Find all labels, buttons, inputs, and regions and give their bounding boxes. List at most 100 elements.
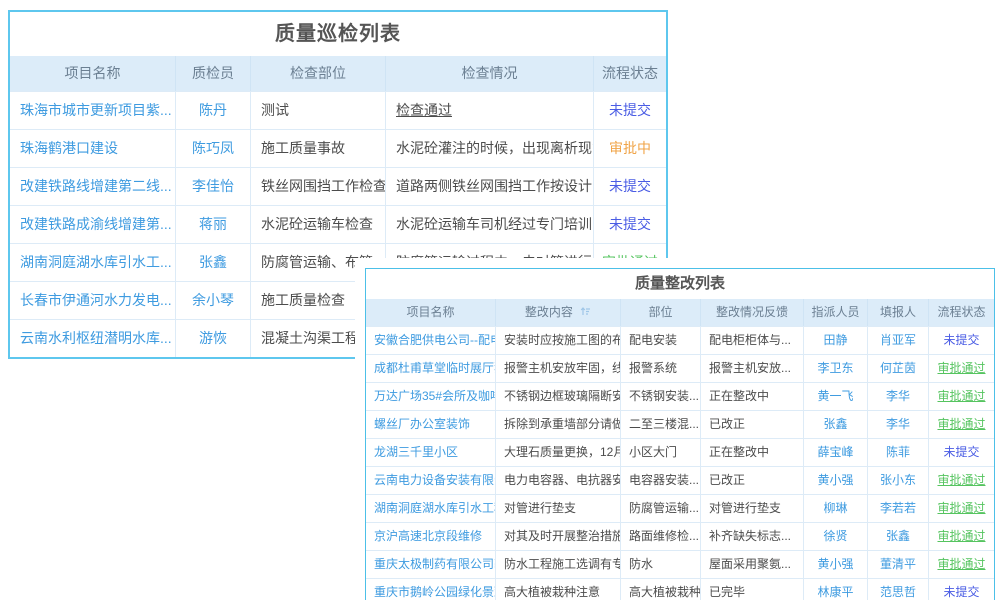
inspector-name[interactable]: 蒋丽 bbox=[176, 206, 251, 243]
inspection-table-row: 珠海鹤港口建设陈巧凤施工质量事故水泥砼灌注的时候，出现离析现象审批中 bbox=[10, 129, 666, 167]
header-inspector: 质检员 bbox=[176, 56, 251, 91]
assignee-name[interactable]: 徐贤 bbox=[804, 523, 868, 550]
rectification-table-row: 京沪高速北京段维修对其及时开展整治措施，桥头...路面维修检...补齐缺失标志.… bbox=[366, 522, 994, 550]
reporter-name[interactable]: 肖亚军 bbox=[868, 327, 929, 354]
project-name-link[interactable]: 云南电力设备安装有限公司20... bbox=[366, 467, 496, 494]
rectification-table-row: 重庆市鹅岭公园绿化景观提升...高大植被栽种注意高大植被栽种已完毕林康平范思哲未… bbox=[366, 578, 994, 600]
rectification-table-row: 万达广场35#会所及咖啡厅空...不锈钢边框玻璃隔断安装不牢...不锈钢安装..… bbox=[366, 382, 994, 410]
project-name-link[interactable]: 改建铁路线增建第二线... bbox=[10, 168, 176, 205]
rectification-content: 对其及时开展整治措施，桥头... bbox=[496, 523, 621, 550]
inspector-name[interactable]: 游恢 bbox=[176, 320, 251, 357]
inspector-name[interactable]: 李佳怡 bbox=[176, 168, 251, 205]
project-name-link[interactable]: 湖南洞庭湖水库引水工... bbox=[10, 244, 176, 281]
header-rectification-content[interactable]: 整改内容 bbox=[496, 299, 621, 326]
rectification-content: 不锈钢边框玻璃隔断安装不牢... bbox=[496, 383, 621, 410]
assignee-name[interactable]: 柳琳 bbox=[804, 495, 868, 522]
project-name-link[interactable]: 湖南洞庭湖水库引水工程施工标 bbox=[366, 495, 496, 522]
rectification-table-row: 成都杜甫草堂临时展厅独立展...报警主机安放牢固，线缆连接...报警系统报警主机… bbox=[366, 354, 994, 382]
project-name-link[interactable]: 改建铁路成渝线增建第... bbox=[10, 206, 176, 243]
inspection-table-row: 珠海市城市更新项目紫...陈丹测试检查通过未提交 bbox=[10, 91, 666, 129]
inspector-name[interactable]: 余小琴 bbox=[176, 282, 251, 319]
part: 高大植被栽种 bbox=[621, 579, 701, 600]
assignee-name[interactable]: 李卫东 bbox=[804, 355, 868, 382]
rectification-feedback: 正在整改中 bbox=[701, 439, 804, 466]
reporter-name[interactable]: 李若若 bbox=[868, 495, 929, 522]
project-name-link[interactable]: 龙湖三千里小区 bbox=[366, 439, 496, 466]
header-assignee: 指派人员 bbox=[804, 299, 868, 326]
project-name-link[interactable]: 珠海鹤港口建设 bbox=[10, 130, 176, 167]
part: 不锈钢安装... bbox=[621, 383, 701, 410]
rectification-table-row: 云南电力设备安装有限公司20...电力电容器、电抗器安装方案...电容器安装..… bbox=[366, 466, 994, 494]
sort-ascending-icon[interactable] bbox=[580, 300, 591, 326]
assignee-name[interactable]: 田静 bbox=[804, 327, 868, 354]
status-text[interactable]: 审批通过 bbox=[929, 355, 994, 382]
status-text: 未提交 bbox=[929, 439, 994, 466]
inspection-situation: 水泥砼运输车司机经过专门培训... bbox=[386, 206, 594, 243]
project-name-link[interactable]: 云南水利枢纽潜明水库... bbox=[10, 320, 176, 357]
reporter-name[interactable]: 陈菲 bbox=[868, 439, 929, 466]
reporter-name[interactable]: 范思哲 bbox=[868, 579, 929, 600]
rectification-feedback: 已改正 bbox=[701, 467, 804, 494]
project-name-link[interactable]: 京沪高速北京段维修 bbox=[366, 523, 496, 550]
assignee-name[interactable]: 黄一飞 bbox=[804, 383, 868, 410]
rectification-content: 高大植被栽种注意 bbox=[496, 579, 621, 600]
inspector-name[interactable]: 陈巧凤 bbox=[176, 130, 251, 167]
part: 路面维修检... bbox=[621, 523, 701, 550]
status-text[interactable]: 审批通过 bbox=[929, 467, 994, 494]
inspection-table-title: 质量巡检列表 bbox=[10, 12, 666, 56]
rectification-table-header: 项目名称 整改内容 部位 整改情况反馈 指派人员 填报人 流程状态 bbox=[366, 299, 994, 326]
project-name-link[interactable]: 螺丝厂办公室装饰 bbox=[366, 411, 496, 438]
project-name-link[interactable]: 重庆太极制药有限公司亳州中... bbox=[366, 551, 496, 578]
inspector-name[interactable]: 陈丹 bbox=[176, 92, 251, 129]
part: 防水 bbox=[621, 551, 701, 578]
rectification-feedback: 报警主机安放... bbox=[701, 355, 804, 382]
rectification-table-row: 螺丝厂办公室装饰拆除到承重墙部分请做好加固...二至三楼混...已改正张鑫李华审… bbox=[366, 410, 994, 438]
header-part: 部位 bbox=[621, 299, 701, 326]
part: 防腐管运输... bbox=[621, 495, 701, 522]
rectification-feedback: 已完毕 bbox=[701, 579, 804, 600]
status-text[interactable]: 审批通过 bbox=[929, 495, 994, 522]
inspection-situation: 水泥砼灌注的时候，出现离析现象 bbox=[386, 130, 594, 167]
status-text[interactable]: 审批通过 bbox=[929, 523, 994, 550]
inspection-table-header: 项目名称 质检员 检查部位 检查情况 流程状态 bbox=[10, 56, 666, 91]
header-rectification-feedback: 整改情况反馈 bbox=[701, 299, 804, 326]
assignee-name[interactable]: 薛宝峰 bbox=[804, 439, 868, 466]
inspection-table-row: 改建铁路线增建第二线...李佳怡铁丝网围挡工作检查道路两侧铁丝网围挡工作按设计.… bbox=[10, 167, 666, 205]
inspection-part: 测试 bbox=[251, 92, 386, 129]
reporter-name[interactable]: 张小东 bbox=[868, 467, 929, 494]
status-text[interactable]: 审批通过 bbox=[929, 383, 994, 410]
project-name-link[interactable]: 安徽合肥供电公司--配电设备... bbox=[366, 327, 496, 354]
reporter-name[interactable]: 李华 bbox=[868, 411, 929, 438]
header-process-status: 流程状态 bbox=[929, 299, 994, 326]
rectification-feedback: 配电柜柜体与... bbox=[701, 327, 804, 354]
assignee-name[interactable]: 林康平 bbox=[804, 579, 868, 600]
status-text: 审批中 bbox=[594, 130, 666, 167]
assignee-name[interactable]: 黄小强 bbox=[804, 551, 868, 578]
reporter-name[interactable]: 李华 bbox=[868, 383, 929, 410]
project-name-link[interactable]: 万达广场35#会所及咖啡厅空... bbox=[366, 383, 496, 410]
part: 小区大门 bbox=[621, 439, 701, 466]
part: 配电安装 bbox=[621, 327, 701, 354]
rectification-feedback: 对管进行垫支 bbox=[701, 495, 804, 522]
status-text[interactable]: 审批通过 bbox=[929, 551, 994, 578]
rectification-feedback: 已改正 bbox=[701, 411, 804, 438]
project-name-link[interactable]: 长春市伊通河水力发电... bbox=[10, 282, 176, 319]
status-text[interactable]: 审批通过 bbox=[929, 411, 994, 438]
part: 二至三楼混... bbox=[621, 411, 701, 438]
assignee-name[interactable]: 黄小强 bbox=[804, 467, 868, 494]
project-name-link[interactable]: 重庆市鹅岭公园绿化景观提升... bbox=[366, 579, 496, 600]
project-name-link[interactable]: 珠海市城市更新项目紫... bbox=[10, 92, 176, 129]
rectification-content: 安装时应按施工图的布置，将... bbox=[496, 327, 621, 354]
part: 报警系统 bbox=[621, 355, 701, 382]
rectification-feedback: 正在整改中 bbox=[701, 383, 804, 410]
project-name-link[interactable]: 成都杜甫草堂临时展厅独立展... bbox=[366, 355, 496, 382]
rectification-content: 拆除到承重墙部分请做好加固... bbox=[496, 411, 621, 438]
reporter-name[interactable]: 何芷茵 bbox=[868, 355, 929, 382]
reporter-name[interactable]: 董清平 bbox=[868, 551, 929, 578]
reporter-name[interactable]: 张鑫 bbox=[868, 523, 929, 550]
rectification-table-card: 质量整改列表 项目名称 整改内容 部位 整改情况反馈 指派人员 填报人 流程状态… bbox=[365, 268, 995, 600]
inspector-name[interactable]: 张鑫 bbox=[176, 244, 251, 281]
assignee-name[interactable]: 张鑫 bbox=[804, 411, 868, 438]
status-text: 未提交 bbox=[929, 327, 994, 354]
header-reporter: 填报人 bbox=[868, 299, 929, 326]
